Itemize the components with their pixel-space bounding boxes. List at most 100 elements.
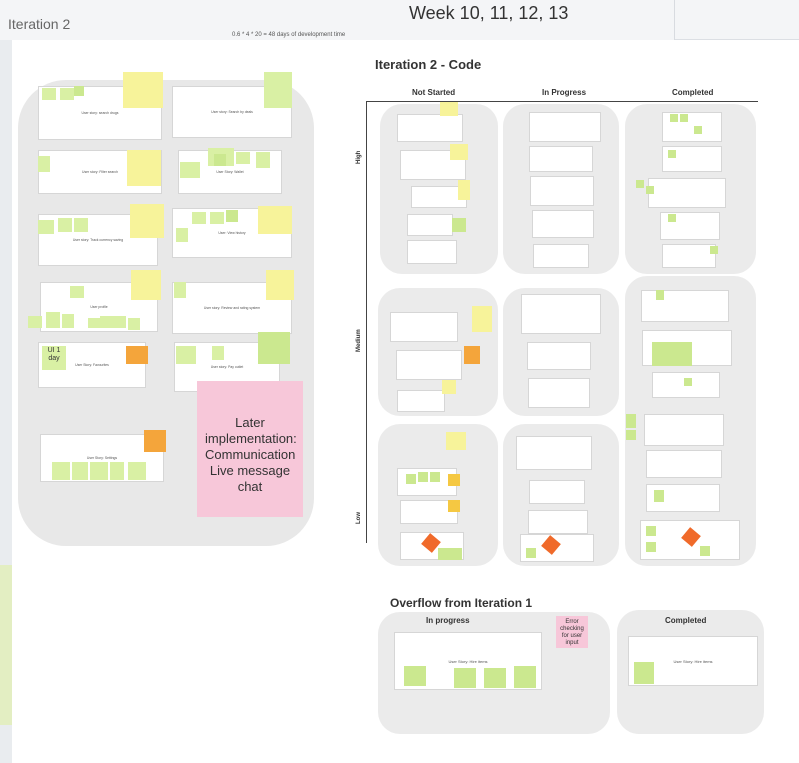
sticky-note[interactable]: [236, 152, 250, 164]
sticky-note[interactable]: [210, 212, 224, 224]
sticky-note[interactable]: [514, 666, 536, 688]
sticky-note[interactable]: [684, 378, 692, 386]
sticky-note[interactable]: [112, 316, 126, 328]
sticky-note[interactable]: [668, 214, 676, 222]
sticky-note[interactable]: [176, 346, 196, 364]
sticky-note[interactable]: [464, 346, 480, 364]
task-card[interactable]: [641, 290, 729, 322]
sticky-note[interactable]: [110, 462, 124, 480]
sticky-note[interactable]: [458, 180, 470, 200]
sticky-note[interactable]: [256, 152, 270, 168]
sticky-note[interactable]: [454, 668, 476, 688]
sticky-note[interactable]: [72, 462, 88, 480]
task-card[interactable]: [529, 146, 593, 172]
sticky-note[interactable]: [452, 218, 466, 232]
sticky-note[interactable]: [192, 212, 206, 224]
task-card[interactable]: [529, 112, 601, 142]
task-card[interactable]: [529, 480, 585, 504]
sticky-note[interactable]: [131, 270, 161, 300]
sticky-note[interactable]: [472, 306, 492, 332]
sticky-note[interactable]: [258, 206, 292, 234]
sticky-note[interactable]: [70, 286, 84, 298]
task-card[interactable]: [648, 178, 726, 208]
sticky-note[interactable]: [646, 526, 656, 536]
sticky-note[interactable]: [90, 462, 108, 480]
task-card[interactable]: [533, 244, 589, 268]
task-card[interactable]: [390, 312, 458, 342]
sticky-note[interactable]: [127, 150, 161, 186]
sticky-note[interactable]: [710, 246, 718, 254]
sticky-note[interactable]: [258, 332, 290, 364]
sticky-note[interactable]: [42, 88, 56, 100]
sticky-note[interactable]: [448, 474, 460, 486]
sticky-note[interactable]: [484, 668, 506, 688]
task-card[interactable]: [662, 244, 716, 268]
task-card[interactable]: [397, 114, 463, 142]
sticky-note[interactable]: [123, 72, 163, 108]
sticky-note[interactable]: [652, 342, 692, 366]
sticky-note[interactable]: [656, 290, 664, 300]
task-card[interactable]: [527, 342, 591, 370]
sticky-note[interactable]: [46, 312, 60, 328]
sticky-note[interactable]: [450, 548, 462, 560]
sticky-note[interactable]: [670, 114, 678, 122]
task-card[interactable]: [516, 436, 592, 470]
sticky-note[interactable]: [634, 662, 654, 684]
sticky-note[interactable]: [180, 162, 200, 178]
task-card[interactable]: [397, 390, 445, 412]
sticky-note[interactable]: [28, 316, 42, 328]
sticky-note[interactable]: [174, 282, 186, 298]
sticky-note[interactable]: [626, 430, 636, 440]
task-card[interactable]: [530, 176, 594, 206]
sticky-note[interactable]: [128, 318, 140, 330]
sticky-note[interactable]: [404, 666, 426, 686]
task-card[interactable]: [521, 294, 601, 334]
task-card[interactable]: [646, 450, 722, 478]
sticky-note[interactable]: [438, 548, 450, 560]
sticky-note[interactable]: [646, 186, 654, 194]
sticky-note[interactable]: [654, 490, 664, 502]
sticky-note[interactable]: [526, 548, 536, 558]
sticky-note[interactable]: [636, 180, 644, 188]
sticky-note[interactable]: [700, 546, 710, 556]
sticky-note[interactable]: [38, 156, 50, 172]
sticky-note[interactable]: [214, 154, 226, 166]
task-card[interactable]: [407, 214, 453, 236]
sticky-note[interactable]: [52, 462, 70, 480]
sticky-note[interactable]: [446, 432, 466, 450]
sticky-note[interactable]: [144, 430, 166, 452]
sticky-note[interactable]: [74, 86, 84, 96]
sticky-note[interactable]: [442, 380, 456, 394]
sticky-note[interactable]: [406, 474, 416, 484]
sticky-note[interactable]: [58, 218, 72, 232]
sticky-note[interactable]: [646, 542, 656, 552]
sticky-note[interactable]: [176, 228, 188, 242]
sticky-note[interactable]: [212, 346, 224, 360]
sticky-note[interactable]: [100, 316, 112, 328]
task-card[interactable]: [528, 510, 588, 534]
sticky-note[interactable]: [226, 210, 238, 222]
sticky-note[interactable]: [60, 88, 74, 100]
sticky-note[interactable]: [680, 114, 688, 122]
sticky-note[interactable]: [266, 270, 294, 300]
error-checking-note[interactable]: Error checking for user input: [556, 616, 588, 648]
sticky-note[interactable]: [130, 204, 164, 238]
sticky-note[interactable]: [264, 72, 292, 108]
task-card[interactable]: [407, 240, 457, 264]
task-card[interactable]: [644, 414, 724, 446]
sticky-note[interactable]: UI 1 day: [42, 346, 66, 370]
sticky-note[interactable]: [668, 150, 676, 158]
sticky-note[interactable]: [694, 126, 702, 134]
sticky-note[interactable]: [430, 472, 440, 482]
task-card[interactable]: [532, 210, 594, 238]
sticky-note[interactable]: [440, 102, 458, 116]
sticky-note[interactable]: [62, 314, 74, 328]
task-card[interactable]: [396, 350, 462, 380]
sticky-note[interactable]: [38, 220, 54, 234]
sticky-note[interactable]: [74, 218, 88, 232]
sticky-note[interactable]: [450, 144, 468, 160]
task-card[interactable]: [528, 378, 590, 408]
sticky-note[interactable]: [126, 346, 148, 364]
sticky-note[interactable]: [626, 414, 636, 428]
sticky-note[interactable]: [128, 462, 146, 480]
